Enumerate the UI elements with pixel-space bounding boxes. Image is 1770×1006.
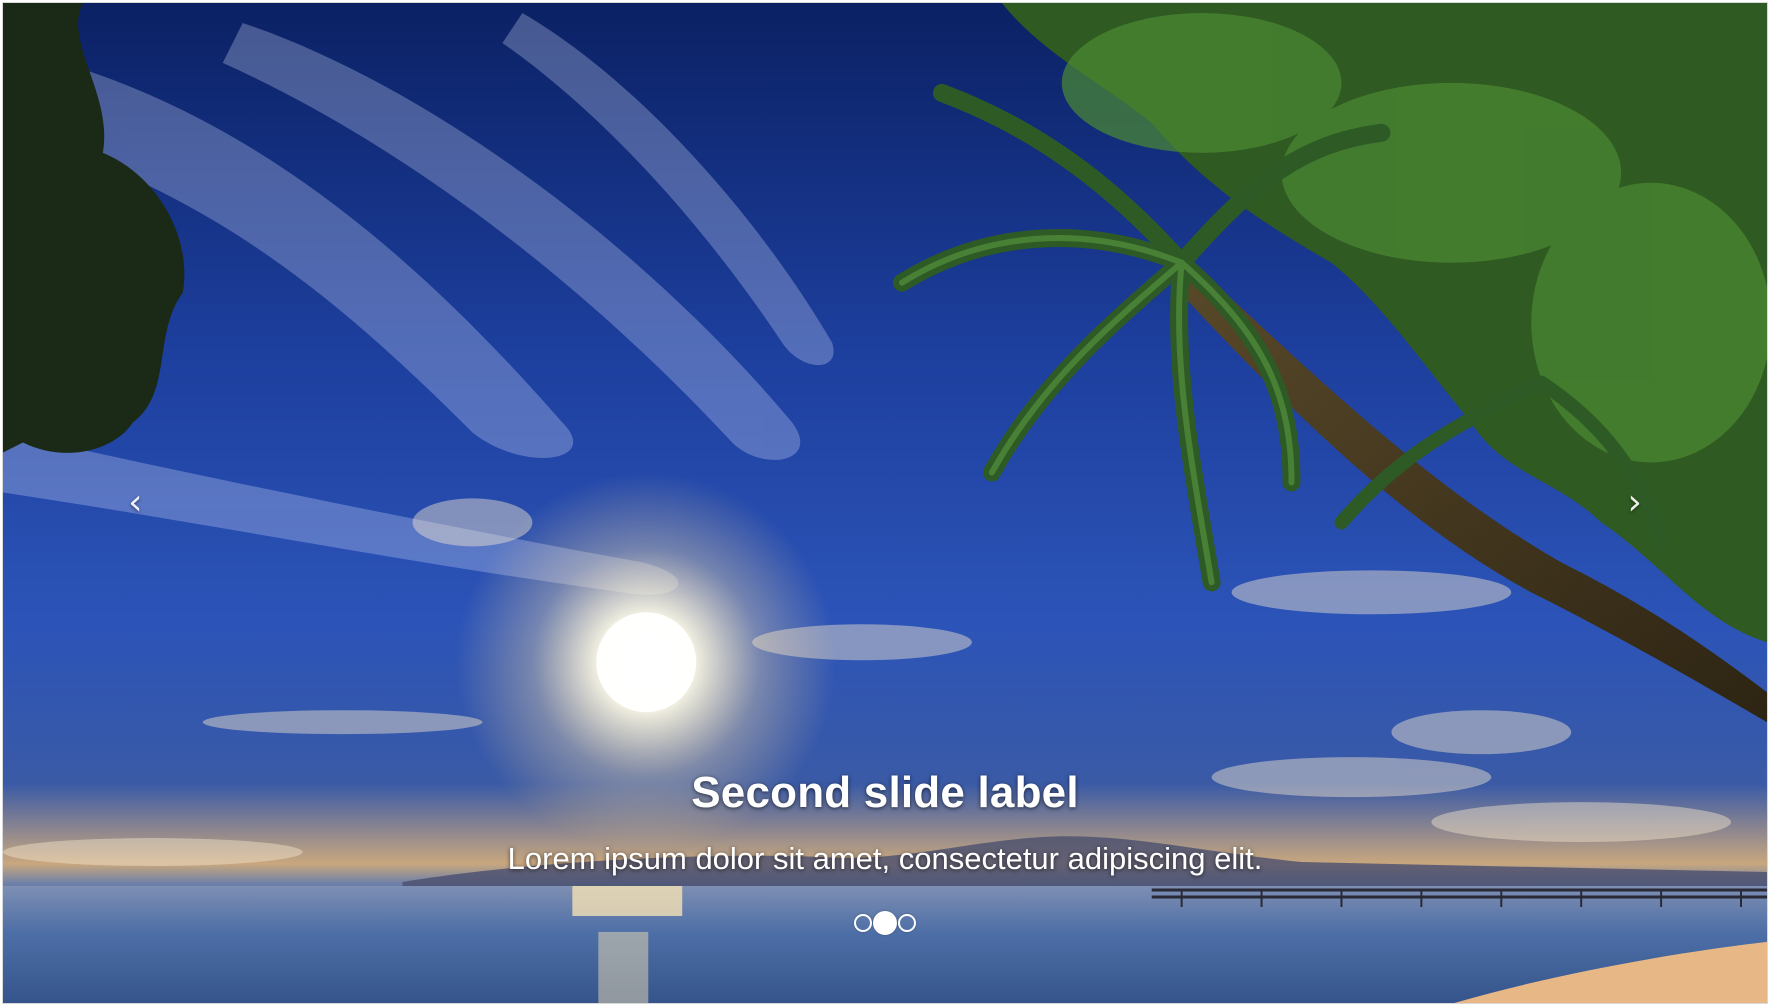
chevron-left-icon: ‹: [128, 482, 143, 523]
carousel-indicators: [3, 911, 1767, 935]
slide-description: Lorem ipsum dolor sit amet, consectetur …: [507, 841, 1263, 876]
carousel-indicator-1[interactable]: [854, 914, 872, 932]
carousel-caption: Second slide label Lorem ipsum dolor sit…: [268, 761, 1503, 879]
image-carousel: Second slide label Lorem ipsum dolor sit…: [2, 2, 1768, 1004]
carousel-indicator-2[interactable]: [873, 911, 897, 935]
carousel-prev-button[interactable]: ‹: [3, 3, 268, 1003]
slide-title: Second slide label: [691, 768, 1079, 817]
carousel-next-button[interactable]: ›: [1502, 3, 1767, 1003]
carousel-indicator-3[interactable]: [898, 914, 916, 932]
chevron-right-icon: ›: [1627, 482, 1642, 523]
